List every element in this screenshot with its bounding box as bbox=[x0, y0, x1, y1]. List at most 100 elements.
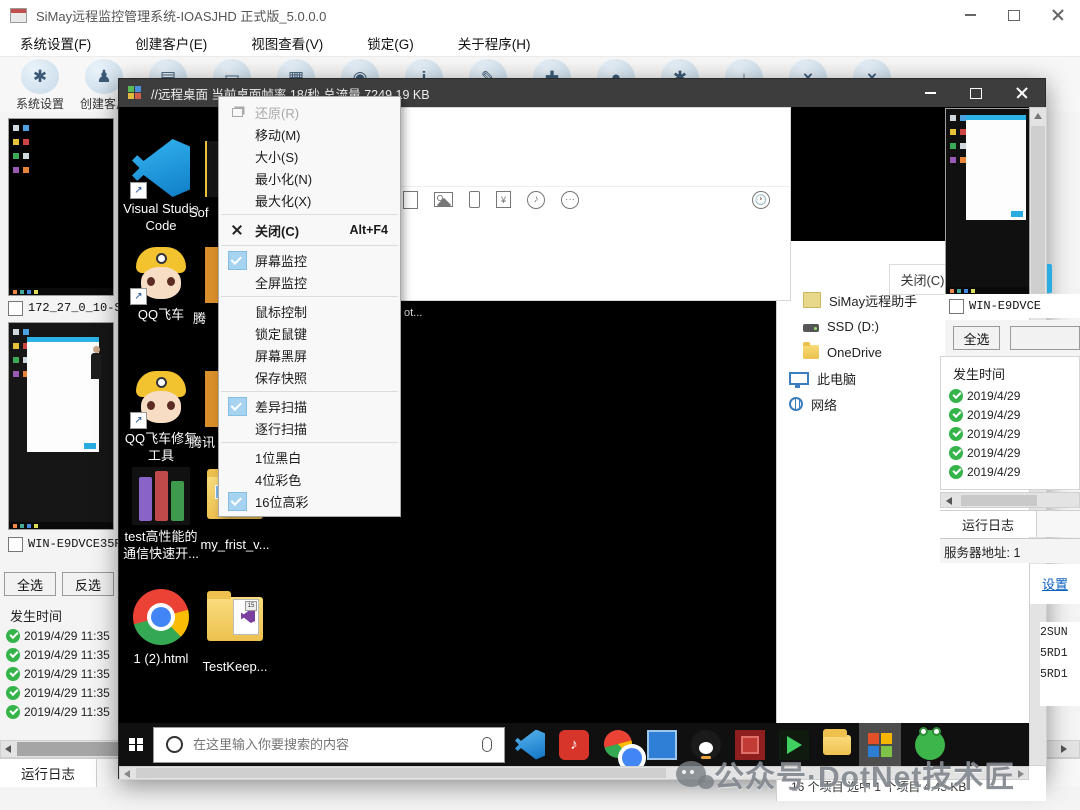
desktop-icon-label-partial: Sof bbox=[189, 204, 219, 221]
host-thumbnail-1[interactable] bbox=[8, 118, 114, 296]
context-menu-item[interactable]: 差异扫描 bbox=[219, 395, 400, 417]
success-check-icon bbox=[949, 446, 963, 460]
log-entry: 2019/4/29 11:35 bbox=[6, 664, 118, 683]
desktop-icon-partial[interactable] bbox=[205, 371, 219, 427]
menubar-item[interactable]: 系统设置(F) bbox=[6, 29, 105, 57]
right-select-all-button[interactable]: 全选 bbox=[953, 326, 1000, 350]
shake-icon[interactable] bbox=[469, 191, 480, 208]
context-menu-item[interactable]: 锁定鼠键 bbox=[219, 322, 400, 344]
desktop-icon-test-rar[interactable]: test高性能的 通信快速开... bbox=[121, 467, 201, 562]
start-button[interactable] bbox=[119, 723, 153, 766]
menubar-item[interactable]: 创建客户(E) bbox=[121, 29, 221, 57]
success-check-icon bbox=[949, 427, 963, 441]
viewer-maximize-button[interactable] bbox=[953, 79, 999, 107]
file-icon[interactable] bbox=[403, 191, 418, 209]
success-check-icon bbox=[6, 705, 20, 719]
taskbar-vscode-icon[interactable] bbox=[515, 730, 545, 760]
shortcut-arrow-icon: ↗ bbox=[130, 412, 147, 429]
menu-separator bbox=[221, 214, 398, 215]
log-header: 发生时间 bbox=[10, 606, 62, 625]
checkmark-icon bbox=[228, 492, 247, 511]
context-menu-item[interactable]: 大小(S) bbox=[219, 145, 400, 167]
taskbar-netease-icon[interactable]: ♪ bbox=[559, 730, 589, 760]
shortcut-arrow-icon: ↗ bbox=[130, 182, 147, 199]
tab-run-log[interactable]: 运行日志 bbox=[0, 759, 97, 787]
chat-dialog: ¥ ♪ ··· 🕐 关闭(C) 发送(S) bbox=[394, 107, 791, 301]
toolbar-label: 系统设置 bbox=[16, 95, 64, 112]
context-menu-item[interactable]: 最大化(X) bbox=[219, 189, 400, 211]
success-check-icon bbox=[949, 389, 963, 403]
watermark: 公众号·DotNet技术匠 bbox=[676, 746, 1080, 802]
app-icon bbox=[10, 8, 27, 23]
host-checkbox[interactable] bbox=[949, 299, 964, 314]
more-icon[interactable]: ··· bbox=[561, 191, 579, 209]
log-entry: 2019/4/29 11:35 bbox=[6, 702, 118, 721]
log-entry: 2019/4/29 11:35 bbox=[6, 683, 118, 702]
context-menu-item[interactable]: 最小化(N) bbox=[219, 167, 400, 189]
main-maximize-button[interactable] bbox=[992, 0, 1036, 30]
tab-run-log[interactable]: 运行日志 bbox=[940, 511, 1037, 537]
desktop-icon-partial[interactable] bbox=[205, 247, 219, 303]
taskbar-chrome-icon[interactable] bbox=[603, 730, 633, 760]
music-icon[interactable]: ♪ bbox=[527, 191, 545, 209]
success-check-icon bbox=[6, 629, 20, 643]
invert-select-button[interactable]: 反选 bbox=[62, 572, 114, 596]
select-all-button[interactable]: 全选 bbox=[4, 572, 56, 596]
context-menu-item[interactable]: 1位黑白 bbox=[219, 446, 400, 468]
success-check-icon bbox=[6, 667, 20, 681]
desktop-icon-html-file[interactable]: 1 (2).html bbox=[121, 589, 201, 667]
history-clock-icon[interactable]: 🕐 bbox=[752, 191, 770, 209]
context-menu-item[interactable]: 屏幕监控 bbox=[219, 249, 400, 271]
viewer-close-button[interactable] bbox=[999, 79, 1045, 107]
context-menu-item[interactable]: 保存快照 bbox=[219, 366, 400, 388]
transfer-icon[interactable]: ¥ bbox=[496, 191, 511, 208]
viewer-minimize-button[interactable] bbox=[907, 79, 953, 107]
taskbar-app-window-icon[interactable] bbox=[647, 730, 677, 760]
taskbar-search[interactable] bbox=[153, 727, 505, 763]
context-menu-item[interactable]: 鼠标控制 bbox=[219, 300, 400, 322]
context-menu-item[interactable]: 还原(R) bbox=[219, 101, 400, 123]
log-entry: 2019/4/29 bbox=[949, 405, 1079, 424]
context-menu-item[interactable]: 移动(M) bbox=[219, 123, 400, 145]
menubar-item[interactable]: 关于程序(H) bbox=[444, 29, 545, 57]
box-icon bbox=[803, 292, 821, 308]
settings-link[interactable]: 设置 bbox=[1042, 574, 1068, 593]
desktop-icon-testkeep-folder[interactable]: 15 TestKeep... bbox=[195, 589, 275, 675]
right-horizontal-scrollbar[interactable] bbox=[940, 492, 1080, 508]
main-minimize-button[interactable] bbox=[948, 0, 992, 30]
main-titlebar: SiMay远程监控管理系统-IOASJHD 正式版_5.0.0.0 bbox=[0, 0, 1080, 31]
drive-icon bbox=[803, 324, 819, 332]
pc-icon bbox=[789, 372, 809, 385]
success-check-icon bbox=[949, 465, 963, 479]
event-log-list: 2019/4/29 11:352019/4/29 11:352019/4/29 … bbox=[6, 626, 118, 726]
right-partial-button[interactable] bbox=[1010, 326, 1080, 350]
host-thumbnail-2[interactable] bbox=[8, 322, 114, 530]
host-label: 172_27_0_10-SiMa bbox=[28, 301, 118, 315]
context-menu-item[interactable]: 16位高彩 bbox=[219, 490, 400, 512]
menu-separator bbox=[221, 296, 398, 297]
menubar-item[interactable]: 视图查看(V) bbox=[237, 29, 337, 57]
desktop-icon-qq-speed[interactable]: ↗ QQ飞车 bbox=[121, 245, 201, 323]
menubar-item[interactable]: 锁定(G) bbox=[353, 29, 428, 57]
hidden-label-fragment: ot... bbox=[404, 307, 422, 319]
menu-separator bbox=[221, 442, 398, 443]
host-checkbox[interactable] bbox=[8, 537, 23, 552]
context-menu-item[interactable]: 4位彩色 bbox=[219, 468, 400, 490]
context-menu-item[interactable]: 屏幕黑屏 bbox=[219, 344, 400, 366]
host-label: WIN-E9DVCE bbox=[969, 299, 1041, 313]
main-close-button[interactable] bbox=[1036, 0, 1080, 30]
log-entry: 2019/4/29 11:35 bbox=[6, 645, 118, 664]
host-checkbox[interactable] bbox=[8, 301, 23, 316]
host-thumbnail-3[interactable] bbox=[945, 108, 1030, 295]
search-input[interactable] bbox=[191, 736, 482, 753]
remote-desktop-window: //远程桌面 当前桌面帧率 18/秒 总流量 7249.19 KB ↗ Visu… bbox=[118, 78, 1046, 779]
toolbar-button[interactable]: ✱系统设置 bbox=[8, 57, 72, 112]
context-menu-item[interactable]: 全屏监控 bbox=[219, 271, 400, 293]
host-name-fragment: 5RD1 bbox=[1040, 643, 1080, 664]
wechat-bubbles-icon bbox=[676, 761, 706, 787]
close-icon bbox=[232, 225, 242, 235]
context-menu-item[interactable]: 关闭(C)Alt+F4 bbox=[219, 218, 400, 242]
image-icon[interactable] bbox=[434, 192, 453, 207]
search-icon bbox=[166, 736, 183, 753]
context-menu-item[interactable]: 逐行扫描 bbox=[219, 417, 400, 439]
